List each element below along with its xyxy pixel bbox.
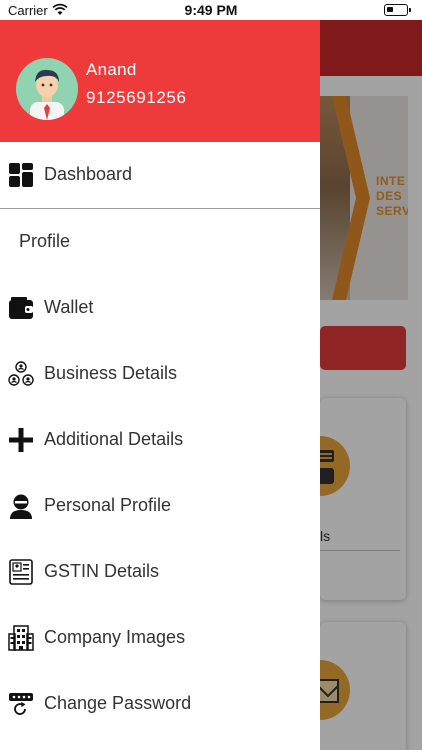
wallet-icon [9, 297, 33, 319]
menu-item-label: Business Details [44, 363, 178, 383]
menu-item-label: Company Images [44, 627, 186, 647]
menu-item-personal-profile[interactable]: Personal Profile [0, 473, 320, 539]
menu-item-profile[interactable]: Profile [0, 209, 320, 275]
menu-item-label: Change Password [44, 693, 192, 713]
menu-item-label: Dashboard [44, 164, 133, 184]
plus-icon [9, 428, 33, 452]
navigation-drawer: Anand 9125691256 Dashboard Profile Walle… [0, 20, 320, 750]
battery-icon [384, 4, 411, 16]
menu-item-change-password[interactable]: Change Password [0, 671, 320, 737]
menu-item-business-details[interactable]: Business Details [0, 341, 320, 407]
menu-item-label: Wallet [44, 297, 94, 317]
dashboard-grid-icon [9, 163, 33, 187]
user-avatar-icon[interactable] [16, 58, 78, 120]
status-time: 9:49 PM [184, 2, 238, 18]
menu-item-label: Profile [19, 231, 71, 251]
menu-item-company-images[interactable]: Company Images [0, 605, 320, 671]
menu-item-label: Personal Profile [44, 495, 172, 515]
person-icon [10, 494, 32, 519]
menu-item-dashboard[interactable]: Dashboard [0, 142, 320, 208]
gstin-document-icon [9, 559, 33, 585]
building-icon [8, 625, 34, 651]
menu-item-gstin-details[interactable]: GSTIN Details [0, 539, 320, 605]
business-network-icon [8, 361, 34, 386]
password-reset-icon [9, 693, 33, 715]
menu-item-additional-details[interactable]: Additional Details [0, 407, 320, 473]
menu-item-wallet[interactable]: Wallet [0, 275, 320, 341]
user-phone: 9125691256 [86, 88, 187, 107]
menu-item-label: Additional Details [44, 429, 184, 449]
menu-item-label: GSTIN Details [44, 561, 160, 581]
status-bar: Carrier 9:49 PM [0, 0, 422, 20]
user-name: Anand [86, 60, 137, 79]
drawer-header[interactable]: Anand 9125691256 [0, 20, 320, 142]
